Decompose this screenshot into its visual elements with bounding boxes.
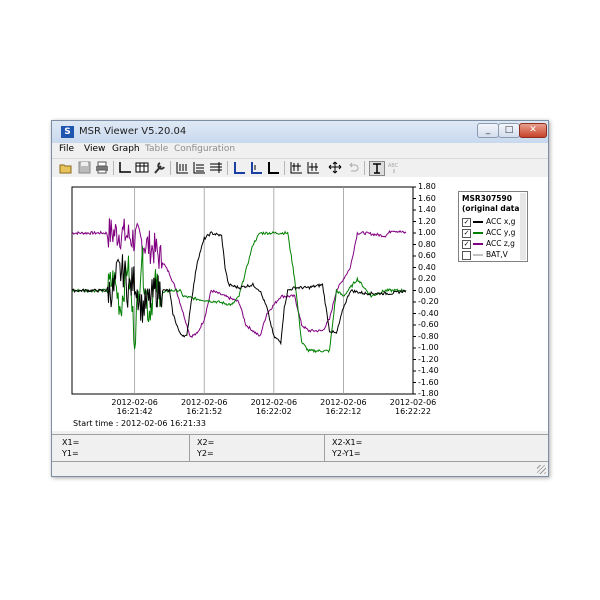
zoom-out-icon[interactable] <box>306 161 320 174</box>
scale-x-icon[interactable] <box>175 161 189 174</box>
toolbar-separator <box>113 161 114 175</box>
status-bar <box>52 461 548 476</box>
axis-blue-icon[interactable] <box>232 161 246 174</box>
wrench-icon[interactable] <box>152 161 166 174</box>
plot-frame <box>71 186 414 395</box>
axis-black-icon[interactable] <box>266 161 280 174</box>
toolbar-separator <box>227 161 228 175</box>
y1-readout: Y1= <box>62 449 79 458</box>
legend-swatch <box>473 232 483 234</box>
text-icon[interactable] <box>369 161 385 176</box>
y2-readout: Y2= <box>197 449 214 458</box>
move-icon[interactable] <box>328 161 342 174</box>
y-tick-label: -1.60 <box>418 377 439 387</box>
print-icon[interactable] <box>95 161 109 174</box>
legend-checkbox[interactable]: ✓ <box>462 218 471 227</box>
svg-text:ABC: ABC <box>388 163 399 169</box>
text-small-icon[interactable]: ABC <box>387 161 401 174</box>
menu-view[interactable]: View <box>84 144 105 154</box>
cursor-divider <box>189 435 190 461</box>
start-time-label: Start time : 2012-02-06 16:21:33 <box>73 419 206 428</box>
x-tick-label: 2012-02-06 16:22:12 <box>320 398 367 416</box>
y-tick-label: 1.80 <box>418 182 436 191</box>
x-tick-label: 2012-02-06 16:22:22 <box>389 398 437 416</box>
legend-subtitle: (original data) <box>462 204 523 213</box>
y-tick-label: -1.40 <box>418 366 439 375</box>
y-tick-label: -1.20 <box>418 354 439 364</box>
x2-readout: X2= <box>197 438 215 447</box>
graph-area[interactable]: 1.80 1.60 1.40 1.20 1.00 0.80 0.60 0.40 0.20 0.00… <box>52 177 548 431</box>
x-tick-label: 2012-02-06 16:22:02 <box>250 398 298 416</box>
y-tick-label: 1.40 <box>418 205 436 214</box>
maximize-button[interactable]: □ <box>498 123 520 138</box>
x1-readout: X1= <box>62 438 80 447</box>
y-tick-label: 0.20 <box>418 274 436 283</box>
window-title: MSR Viewer V5.20.04 <box>79 126 187 137</box>
x-tick-label: 2012-02-06 16:21:52 <box>180 398 228 416</box>
open-icon[interactable] <box>59 161 73 174</box>
scale-y-icon[interactable] <box>192 161 206 174</box>
y-tick-label: -0.20 <box>418 297 439 306</box>
legend-swatch <box>473 243 483 245</box>
legend-item[interactable]: ✓ ACC x,g <box>462 217 520 227</box>
y-tick-label: 1.20 <box>418 216 436 226</box>
zoom-in-icon[interactable] <box>289 161 303 174</box>
y-tick-label: 0.40 <box>418 262 436 272</box>
y-tick-label: -1.80 <box>418 389 439 398</box>
legend-item[interactable]: ✓ ACC z,g <box>462 239 520 249</box>
close-button[interactable]: ✕ <box>519 123 547 138</box>
menu-table[interactable]: Table <box>145 144 168 154</box>
toolbar: ABC <box>52 158 548 178</box>
legend-swatch <box>473 254 483 256</box>
y-tick-label: 0.80 <box>418 239 436 249</box>
y-tick-label: -0.60 <box>418 320 439 329</box>
legend-item[interactable]: ✓ ACC y,g <box>462 228 520 238</box>
menu-file[interactable]: File <box>59 144 74 154</box>
app-logo-icon: S <box>61 126 74 138</box>
app-window: S MSR Viewer V5.20.04 _ □ ✕ File View Gr… <box>51 120 549 477</box>
legend-item[interactable]: BAT,V <box>462 250 520 260</box>
legend-title: MSR307590 (original data) <box>462 194 523 214</box>
legend-label: ACC y,g <box>486 228 516 237</box>
y-tick-label: 0.60 <box>418 251 436 260</box>
legend-device-id: MSR307590 <box>462 194 512 203</box>
dx-readout: X2-X1= <box>332 438 363 447</box>
legend-swatch <box>473 221 483 223</box>
legend-checkbox[interactable]: ✓ <box>462 229 471 238</box>
legend-checkbox[interactable]: ✓ <box>462 240 471 249</box>
y-tick-label: -1.00 <box>418 343 439 352</box>
menu-graph[interactable]: Graph <box>112 144 140 154</box>
y-tick-label: -0.40 <box>418 308 439 318</box>
table-icon[interactable] <box>135 161 149 174</box>
legend-label: ACC z,g <box>486 239 515 248</box>
save-icon[interactable] <box>78 161 92 174</box>
x-tick-label: 2012-02-06 16:21:42 <box>111 398 158 416</box>
toolbar-separator <box>170 161 171 175</box>
grid-icon[interactable] <box>209 161 223 174</box>
cursor-readout-panel: X1= Y1= X2= Y2= X2-X1= Y2-Y1= <box>52 434 548 462</box>
legend-label: ACC x,g <box>486 217 516 226</box>
y-tick-label: 1.60 <box>418 193 436 203</box>
axis-icon[interactable] <box>118 161 132 174</box>
toolbar-separator <box>284 161 285 175</box>
minimize-button[interactable]: _ <box>477 123 499 138</box>
legend-checkbox[interactable] <box>462 251 471 260</box>
dy-readout: Y2-Y1= <box>332 449 361 458</box>
title-bar[interactable]: S MSR Viewer V5.20.04 _ □ ✕ <box>52 121 548 143</box>
resize-grip-icon[interactable] <box>537 465 546 474</box>
y-tick-label: -0.80 <box>418 331 439 341</box>
cursor-divider <box>324 435 325 461</box>
legend-scrollbar[interactable] <box>520 193 526 260</box>
y-tick-label: 0.00 <box>418 285 436 295</box>
y-tick-label: 1.00 <box>418 228 436 237</box>
axis-blue-2-icon[interactable] <box>249 161 263 174</box>
menu-configuration[interactable]: Configuration <box>174 144 235 154</box>
legend-label: BAT,V <box>486 250 508 259</box>
menu-bar: File View Graph Table Configuration <box>52 143 548 157</box>
legend-panel: MSR307590 (original data) ✓ ACC x,g ✓ ACC y… <box>458 191 528 262</box>
undo-icon[interactable] <box>346 161 360 174</box>
toolbar-separator <box>364 161 365 175</box>
